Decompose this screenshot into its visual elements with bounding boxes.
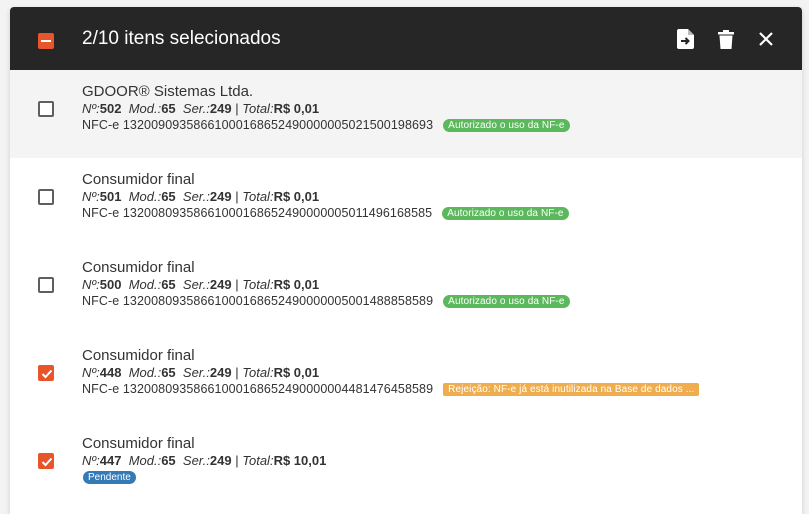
- close-icon: [759, 32, 773, 46]
- mod-label: Mod.:: [128, 365, 162, 380]
- invoice-key: NFC-e 1320080935866100016865249000000448…: [82, 382, 434, 396]
- invoice-meta: Nº:502 Mod.:65 Ser.:249 | Total:R$ 0,01: [82, 101, 319, 116]
- num-value: 448: [99, 365, 122, 380]
- total-label: Total:: [242, 453, 274, 468]
- customer-name: Consumidor final: [82, 347, 195, 364]
- separator: |: [235, 453, 239, 468]
- ser-label: Ser.:: [182, 189, 210, 204]
- total-value: R$ 0,01: [273, 101, 320, 116]
- indeterminate-dash-icon: [41, 40, 51, 42]
- list-item[interactable]: Consumidor final Nº:501 Mod.:65 Ser.:249…: [10, 158, 802, 246]
- ser-value: 249: [209, 365, 232, 380]
- customer-name: Consumidor final: [82, 171, 195, 188]
- num-value: 447: [99, 453, 122, 468]
- mod-label: Mod.:: [128, 189, 162, 204]
- file-export-icon: [677, 29, 694, 49]
- list-item[interactable]: Consumidor final Nº:447 Mod.:65 Ser.:249…: [10, 422, 802, 510]
- num-label: Nº:: [82, 277, 100, 292]
- status-badge: Autorizado o uso da NF-e: [442, 207, 569, 220]
- list-item[interactable]: Consumidor final Nº:448 Mod.:65 Ser.:249…: [10, 334, 802, 422]
- item-checkbox[interactable]: [38, 453, 54, 469]
- invoice-key: NFC-e 1320090935866100016865249000000502…: [82, 118, 434, 132]
- mod-value: 65: [161, 277, 176, 292]
- mod-value: 65: [161, 365, 176, 380]
- ser-value: 249: [209, 453, 232, 468]
- invoice-key: NFC-e 1320080935866100016865249000000500…: [82, 294, 434, 308]
- list-item[interactable]: GDOOR® Sistemas Ltda. Nº:502 Mod.:65 Ser…: [10, 70, 802, 158]
- item-checkbox[interactable]: [38, 277, 54, 293]
- select-all-checkbox[interactable]: [38, 33, 54, 49]
- mod-label: Mod.:: [128, 101, 162, 116]
- list-item[interactable]: Consumidor final Nº:500 Mod.:65 Ser.:249…: [10, 246, 802, 334]
- invoice-key-row: NFC-e 1320090935866100016865249000000502…: [82, 118, 570, 132]
- export-file-button[interactable]: [675, 28, 697, 50]
- checkmark-icon: [41, 369, 53, 379]
- mod-value: 65: [161, 189, 176, 204]
- ser-label: Ser.:: [182, 453, 210, 468]
- num-label: Nº:: [82, 365, 100, 380]
- invoice-key-row: NFC-e 1320080935866100016865249000000500…: [82, 294, 570, 308]
- total-label: Total:: [242, 365, 274, 380]
- status-badge: Pendente: [83, 471, 136, 484]
- ser-label: Ser.:: [182, 365, 210, 380]
- status-badge: Autorizado o uso da NF-e: [443, 119, 570, 132]
- mod-value: 65: [161, 453, 176, 468]
- mod-label: Mod.:: [128, 453, 162, 468]
- invoice-meta: Nº:501 Mod.:65 Ser.:249 | Total:R$ 0,01: [82, 189, 319, 204]
- separator: |: [235, 365, 239, 380]
- delete-button[interactable]: [715, 28, 737, 50]
- close-button[interactable]: [755, 28, 777, 50]
- invoice-key-row: NFC-e 1320080935866100016865249000000501…: [82, 206, 569, 220]
- invoice-meta: Nº:500 Mod.:65 Ser.:249 | Total:R$ 0,01: [82, 277, 319, 292]
- item-checkbox[interactable]: [38, 365, 54, 381]
- customer-name: Consumidor final: [82, 259, 195, 276]
- checkmark-icon: [41, 457, 53, 467]
- ser-value: 249: [209, 189, 232, 204]
- invoice-key: NFC-e 1320080935866100016865249000000501…: [82, 206, 433, 220]
- separator: |: [235, 277, 239, 292]
- ser-label: Ser.:: [182, 101, 210, 116]
- num-value: 500: [99, 277, 122, 292]
- item-checkbox[interactable]: [38, 189, 54, 205]
- status-badge: Autorizado o uso da NF-e: [443, 295, 570, 308]
- selection-count-title: 2/10 itens selecionados: [82, 28, 281, 49]
- status-badge: Rejeição: NF-e já está inutilizada na Ba…: [443, 383, 700, 396]
- num-label: Nº:: [82, 101, 100, 116]
- total-label: Total:: [242, 101, 274, 116]
- selection-toolbar: 2/10 itens selecionados: [10, 7, 802, 70]
- separator: |: [235, 189, 239, 204]
- item-checkbox[interactable]: [38, 101, 54, 117]
- mod-label: Mod.:: [128, 277, 162, 292]
- ser-label: Ser.:: [182, 277, 210, 292]
- total-value: R$ 0,01: [273, 189, 320, 204]
- trash-icon: [718, 29, 734, 49]
- num-value: 502: [99, 101, 122, 116]
- separator: |: [235, 101, 239, 116]
- total-value: R$ 0,01: [273, 277, 320, 292]
- customer-name: Consumidor final: [82, 435, 195, 452]
- mod-value: 65: [161, 101, 176, 116]
- total-value: R$ 0,01: [273, 365, 320, 380]
- invoice-meta: Nº:448 Mod.:65 Ser.:249 | Total:R$ 0,01: [82, 365, 319, 380]
- total-value: R$ 10,01: [273, 453, 327, 468]
- total-label: Total:: [242, 189, 274, 204]
- ser-value: 249: [209, 277, 232, 292]
- num-value: 501: [99, 189, 122, 204]
- num-label: Nº:: [82, 189, 100, 204]
- invoice-key-row: NFC-e 1320080935866100016865249000000448…: [82, 382, 700, 396]
- customer-name: GDOOR® Sistemas Ltda.: [82, 83, 254, 100]
- invoice-meta: Nº:447 Mod.:65 Ser.:249 | Total:R$ 10,01: [82, 453, 326, 468]
- ser-value: 249: [209, 101, 232, 116]
- num-label: Nº:: [82, 453, 100, 468]
- selection-panel: 2/10 itens selecionados GDOOR® Sistemas …: [10, 7, 802, 514]
- total-label: Total:: [242, 277, 274, 292]
